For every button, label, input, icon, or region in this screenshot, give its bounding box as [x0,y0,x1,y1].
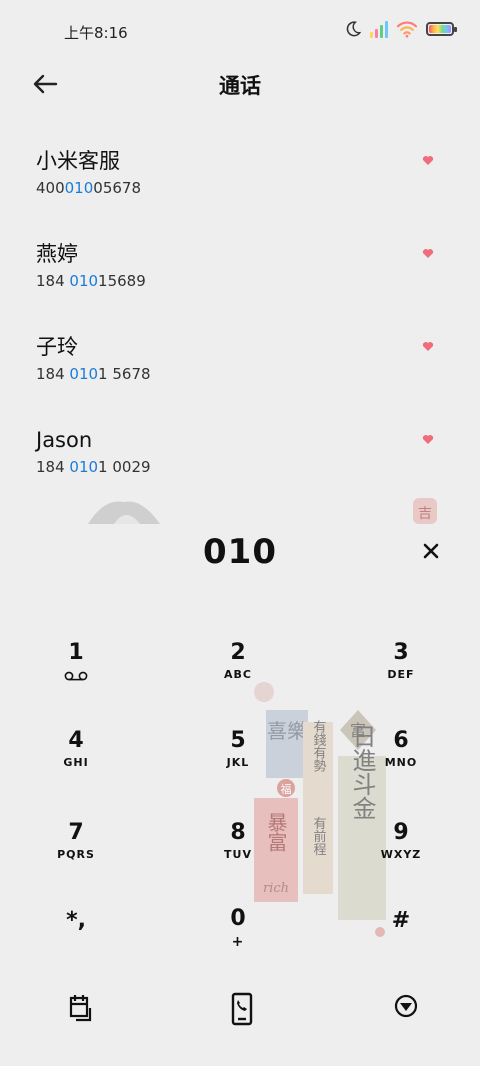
status-icons [344,20,457,38]
calendar-icon[interactable] [64,990,96,1026]
key-2[interactable]: 2 ABC [183,640,293,710]
contact-name: 子玲 [36,335,78,359]
contact-item[interactable]: Jason 184 0101 0029 [0,409,480,502]
contact-name: 燕婷 [36,242,78,266]
heart-icon [422,342,434,351]
key-letters: PQRS [57,848,95,861]
key-8[interactable]: 8 TUV [183,820,293,890]
key-letters: MNO [384,756,418,769]
key-letters: WXYZ [380,848,422,861]
key-letters: GHI [63,756,89,769]
back-arrow-icon[interactable] [30,68,62,100]
bottom-bar [0,986,480,1030]
contact-number: 184 0101 5678 [36,364,480,384]
status-time: 上午8:16 [64,24,128,42]
number-suffix: 15689 [98,272,146,290]
number-prefix: 184 [36,365,70,383]
cloud-decoration [88,501,160,524]
key-letters: TUV [224,848,252,861]
heart-icon [422,156,434,165]
heart-icon [422,249,434,258]
key-letters: ABC [224,668,252,681]
voicemail-icon [64,671,88,681]
status-bar: 上午8:16 [0,0,480,62]
contact-number: 184 01015689 [36,271,480,291]
key-letters: JKL [226,756,250,769]
key-digit: 3 [393,640,409,665]
contact-name: Jason [36,428,93,452]
number-prefix: 184 [36,272,70,290]
key-0[interactable]: 0 + [183,906,293,976]
dial-input[interactable]: 010 [0,532,480,580]
number-match: 010 [69,458,99,476]
contact-name: 小米客服 [36,149,120,173]
key-6[interactable]: 6 MNO [346,728,456,798]
phone-dial-icon[interactable] [226,990,258,1026]
key-5[interactable]: 5 JKL [183,728,293,798]
number-match: 010 [69,365,99,383]
wifi-icon [396,21,418,38]
key-letters: DEF [387,668,415,681]
moon-icon [346,21,362,37]
key-9[interactable]: 9 WXYZ [346,820,456,890]
key-digit: 0 [230,906,246,931]
close-icon[interactable] [420,540,442,562]
key-digit: 5 [230,728,246,753]
key-hash[interactable]: # [346,908,456,978]
collapse-keypad-icon[interactable] [390,990,422,1026]
key-letters: + [231,934,245,950]
header: 通话 [0,62,480,106]
number-match: 010 [64,179,94,197]
key-1[interactable]: 1 [21,640,131,710]
number-match: 010 [69,272,99,290]
contact-item[interactable]: 小米客服 40001005678 [0,130,480,223]
contact-list: 小米客服 40001005678 燕婷 184 01015689 子玲 184 … [0,130,480,502]
key-digit: # [391,908,411,933]
key-star[interactable]: *, [21,908,131,978]
key-digit: 4 [68,728,84,753]
key-digit: 1 [68,640,84,665]
contact-item[interactable]: 子玲 184 0101 5678 [0,316,480,409]
number-suffix: 05678 [93,179,141,197]
key-digit: 8 [230,820,246,845]
keypad: 1 2 ABC 3 DEF 4 GHI 5 JKL 6 MNO 7 PQRS 8… [0,630,480,960]
contact-item[interactable]: 燕婷 184 01015689 [0,223,480,316]
heart-icon [422,435,434,444]
key-3[interactable]: 3 DEF [346,640,456,710]
page-title: 通话 [219,74,261,98]
key-digit: 2 [230,640,246,665]
number-suffix: 1 0029 [98,458,151,476]
signal-icon [370,20,388,38]
key-digit: 9 [393,820,409,845]
number-prefix: 184 [36,458,70,476]
key-digit: 6 [393,728,409,753]
key-7[interactable]: 7 PQRS [21,820,131,890]
key-digit: 7 [68,820,84,845]
battery-icon [426,22,457,36]
seal-decoration: 吉 [413,498,437,524]
number-suffix: 1 5678 [98,365,151,383]
svg-text:吉: 吉 [418,506,432,522]
number-prefix: 400 [36,179,65,197]
contact-number: 40001005678 [36,178,480,198]
contact-number: 184 0101 0029 [36,457,480,477]
key-4[interactable]: 4 GHI [21,728,131,798]
key-digit: *, [66,908,86,933]
